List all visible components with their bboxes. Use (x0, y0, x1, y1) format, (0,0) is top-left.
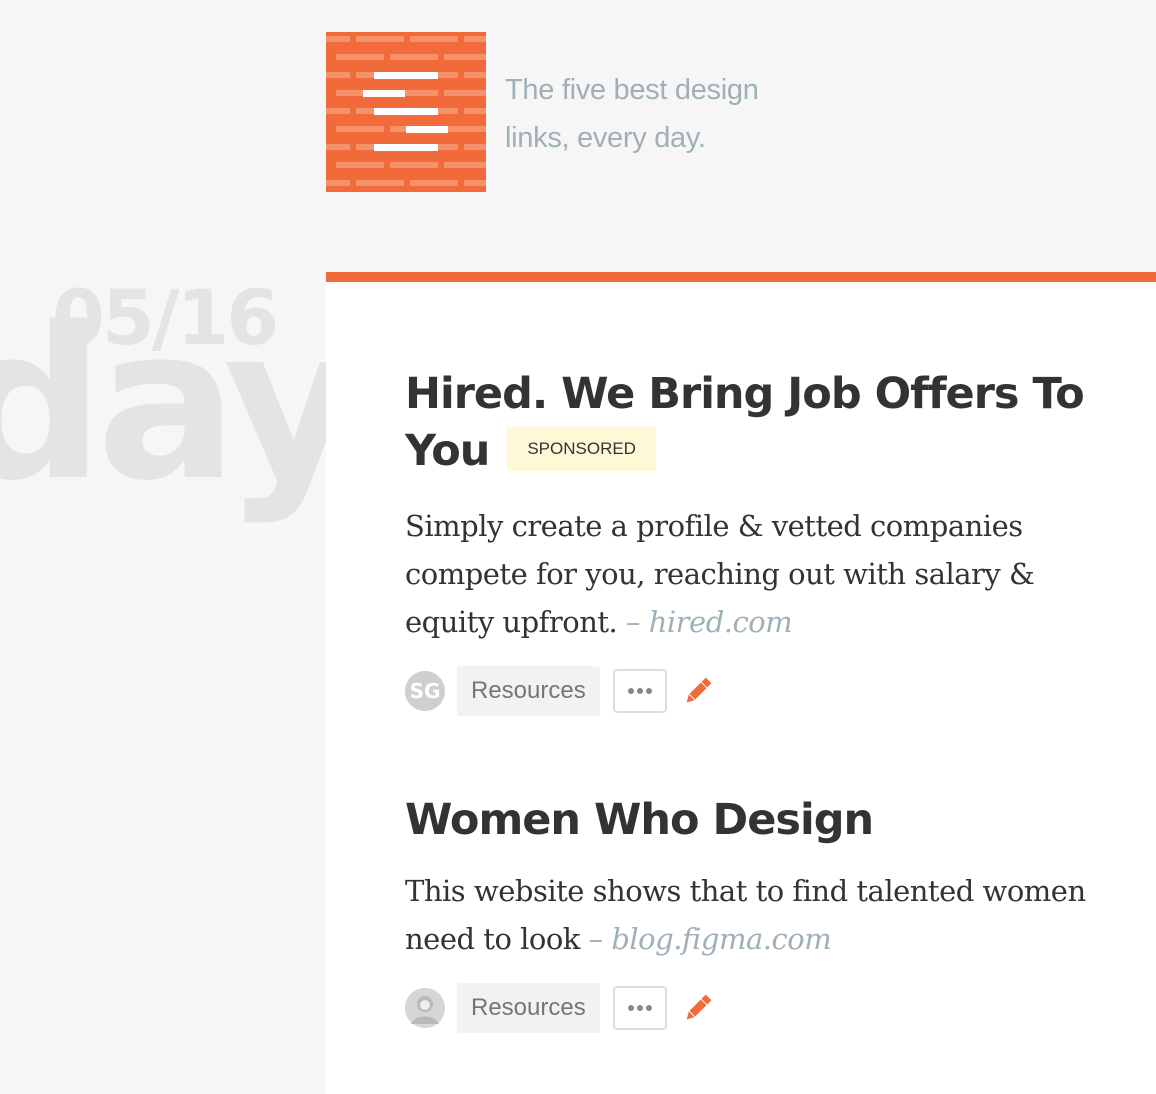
pencil-icon[interactable] (681, 991, 715, 1025)
posts-panel: Hired. We Bring Job Offers To You SPONSO… (326, 272, 1156, 1094)
svg-text:SG: SG (410, 679, 441, 703)
post-source-link[interactable]: – hired.com (626, 605, 793, 639)
post-item: Women Who Design This website shows that… (405, 792, 1156, 1033)
post-meta: SG Resources (405, 666, 1156, 716)
post-item: Hired. We Bring Job Offers To You SPONSO… (405, 366, 1156, 716)
category-tag[interactable]: Resources (457, 983, 600, 1033)
post-desc-line: compete for you, reaching out with salar… (405, 557, 1035, 591)
user-photo-icon (405, 988, 445, 1028)
author-avatar[interactable] (405, 988, 445, 1028)
sidebar-logo[interactable] (326, 32, 486, 192)
sponsored-badge: SPONSORED (507, 426, 656, 471)
post-title-link[interactable]: Women Who Design (405, 792, 1156, 849)
tagline-line-1: The five best design (505, 74, 759, 106)
more-options-button[interactable] (612, 986, 667, 1030)
ellipsis-icon (627, 1005, 652, 1011)
more-options-button[interactable] (612, 669, 667, 713)
post-description: Simply create a profile & vetted compani… (405, 502, 1156, 646)
post-desc-line: Simply create a profile & vetted compani… (405, 509, 1023, 543)
post-description: This website shows that to find talented… (405, 867, 1156, 963)
ellipsis-icon (627, 688, 652, 694)
pencil-icon[interactable] (681, 674, 715, 708)
post-source-link[interactable]: – blog.figma.com (589, 922, 832, 956)
post-desc-line: This website shows that to find talented… (405, 874, 1086, 908)
category-tag[interactable]: Resources (457, 666, 600, 716)
post-title-text[interactable]: Hired. We Bring Job Offers To (405, 369, 1085, 419)
post-title-text[interactable]: Women Who Design (405, 795, 874, 845)
date-number: 05/16 (52, 273, 279, 362)
post-desc-line: equity upfront. (405, 605, 618, 639)
post-title-link[interactable]: Hired. We Bring Job Offers To You SPONSO… (405, 366, 1156, 480)
sg-logo-icon: SG (405, 671, 445, 711)
post-meta: Resources (405, 983, 1156, 1033)
post-title-text-line2[interactable]: You (405, 426, 490, 476)
author-avatar[interactable]: SG (405, 671, 445, 711)
tagline-line-2: links, every day. (505, 122, 706, 154)
post-desc-line: need to look (405, 922, 580, 956)
tagline: The five best design links, every day. (505, 66, 825, 162)
